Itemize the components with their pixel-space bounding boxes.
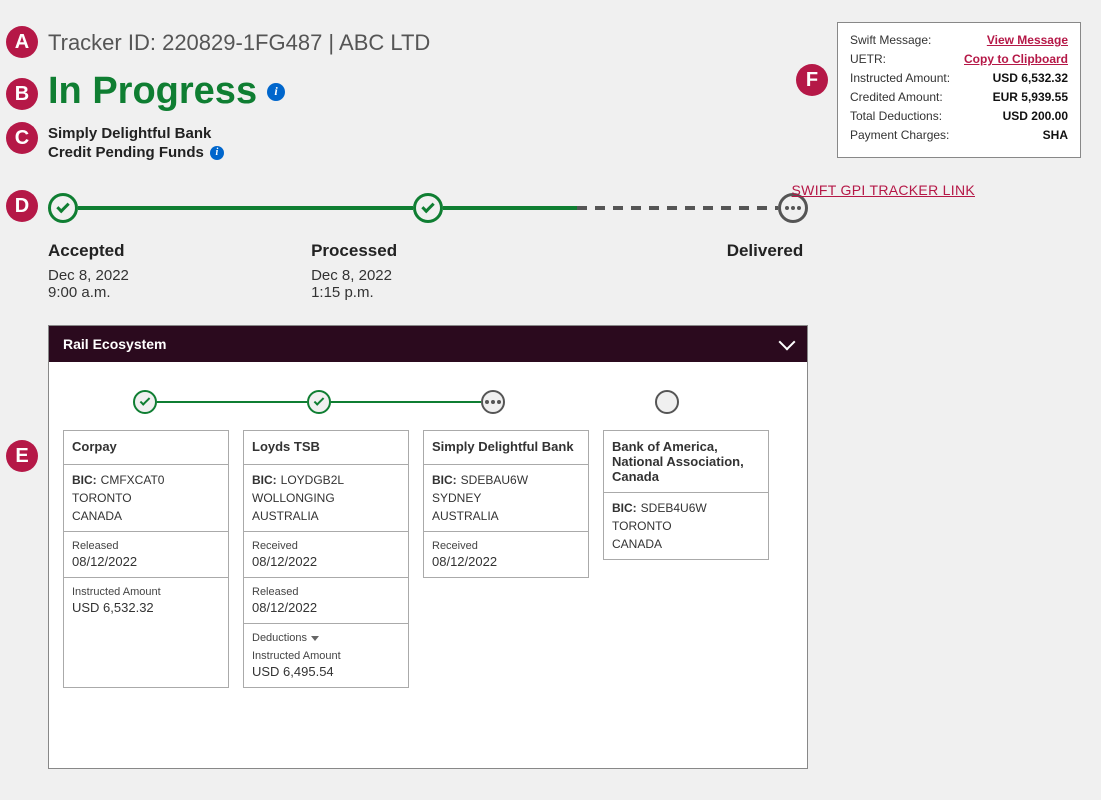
main-timeline: Accepted Dec 8, 2022 9:00 a.m. Processed…: [48, 193, 808, 313]
card-corpay: Corpay BIC: CMFXCAT0 TORONTO CANADA Relea…: [63, 430, 229, 688]
step-processed-icon: [413, 193, 443, 223]
rail-step-empty-icon: [655, 390, 679, 414]
step-accepted-date: Dec 8, 2022: [48, 267, 301, 284]
card-title: Corpay: [64, 431, 228, 465]
step-delivered-label: Delivered: [554, 241, 803, 261]
total-deductions-value: USD 200.00: [1003, 109, 1068, 123]
country: AUSTRALIA: [252, 509, 400, 523]
bic-label: BIC:: [612, 501, 637, 515]
bic-value: LOYDGB2L: [281, 473, 344, 487]
received-label: Received: [432, 540, 580, 552]
city: TORONTO: [612, 519, 760, 533]
instructed-value: USD 6,495.54: [252, 664, 400, 679]
badge-e: E: [6, 440, 38, 472]
card-loyds: Loyds TSB BIC: LOYDGB2L WOLLONGING AUSTRA…: [243, 430, 409, 688]
rail-panel: Rail Ecosystem Corpay BIC:CMFXCAT0 T: [48, 325, 808, 769]
received-value: 08/12/2022: [432, 554, 580, 569]
rail-step-icon: [133, 390, 157, 414]
card-title: Bank of America, National Association, C…: [604, 431, 768, 493]
instructed-label: Instructed Amount: [72, 586, 220, 598]
chevron-down-icon: [779, 334, 796, 351]
bic-value: SDEB4U6W: [641, 501, 707, 515]
credit-pending-text: Credit Pending Funds: [48, 144, 204, 161]
swift-gpi-link[interactable]: SWIFT GPI TRACKER LINK: [792, 182, 975, 198]
card-sdb: Simply Delightful Bank BIC: SDEBAU6W SYDN…: [423, 430, 589, 578]
received-value: 08/12/2022: [252, 554, 400, 569]
released-label: Released: [72, 540, 220, 552]
country: AUSTRALIA: [432, 509, 580, 523]
bic-value: CMFXCAT0: [101, 473, 165, 487]
uetr-label: UETR:: [850, 52, 886, 66]
bic-label: BIC:: [432, 473, 457, 487]
released-label: Released: [252, 586, 400, 598]
step-accepted-label: Accepted: [48, 241, 301, 261]
city: WOLLONGING: [252, 491, 400, 505]
card-boa: Bank of America, National Association, C…: [603, 430, 769, 560]
country: CANADA: [72, 509, 220, 523]
info-icon[interactable]: i: [267, 83, 285, 101]
deductions-toggle[interactable]: Deductions: [252, 632, 400, 644]
step-processed-date: Dec 8, 2022: [311, 267, 554, 284]
info-box: Swift Message: View Message UETR: Copy to …: [837, 22, 1081, 158]
chevron-down-icon: [311, 636, 319, 641]
status-title: In Progress i: [48, 70, 808, 113]
instructed-label: Instructed Amount: [252, 650, 400, 662]
swift-label: Swift Message:: [850, 33, 931, 47]
total-deductions-label: Total Deductions:: [850, 109, 942, 123]
badge-d: D: [6, 190, 38, 222]
city: TORONTO: [72, 491, 220, 505]
payment-charges-value: SHA: [1043, 128, 1068, 142]
rail-header[interactable]: Rail Ecosystem: [49, 326, 807, 362]
status-text: In Progress: [48, 70, 257, 113]
copy-clipboard-link[interactable]: Copy to Clipboard: [964, 52, 1068, 66]
instructed-value: USD 6,532.32: [72, 600, 220, 615]
tracker-id: Tracker ID: 220829-1FG487 | ABC LTD: [48, 30, 808, 56]
released-value: 08/12/2022: [252, 600, 400, 615]
credit-pending: Credit Pending Funds i: [48, 144, 808, 161]
received-label: Received: [252, 540, 400, 552]
bic-label: BIC:: [72, 473, 97, 487]
badge-a: A: [6, 26, 38, 58]
city: SYDNEY: [432, 491, 580, 505]
badge-b: B: [6, 78, 38, 110]
rail-title: Rail Ecosystem: [63, 336, 167, 352]
bic-label: BIC:: [252, 473, 277, 487]
credited-amount-label: Credited Amount:: [850, 90, 943, 104]
country: CANADA: [612, 537, 760, 551]
bic-value: SDEBAU6W: [461, 473, 528, 487]
view-message-link[interactable]: View Message: [987, 33, 1068, 47]
step-processed-time: 1:15 p.m.: [311, 284, 554, 301]
step-accepted-icon: [48, 193, 78, 223]
instructed-amount-label: Instructed Amount:: [850, 71, 950, 85]
deductions-label: Deductions: [252, 632, 307, 644]
released-value: 08/12/2022: [72, 554, 220, 569]
step-processed-label: Processed: [311, 241, 554, 261]
instructed-amount-value: USD 6,532.32: [993, 71, 1068, 85]
payment-charges-label: Payment Charges:: [850, 128, 949, 142]
card-title: Simply Delightful Bank: [424, 431, 588, 465]
badge-c: C: [6, 122, 38, 154]
credited-amount-value: EUR 5,939.55: [993, 90, 1068, 104]
card-title: Loyds TSB: [244, 431, 408, 465]
rail-step-pending-icon: [481, 390, 505, 414]
info-icon[interactable]: i: [210, 146, 224, 160]
step-accepted-time: 9:00 a.m.: [48, 284, 301, 301]
rail-step-icon: [307, 390, 331, 414]
bank-name: Simply Delightful Bank: [48, 125, 808, 142]
